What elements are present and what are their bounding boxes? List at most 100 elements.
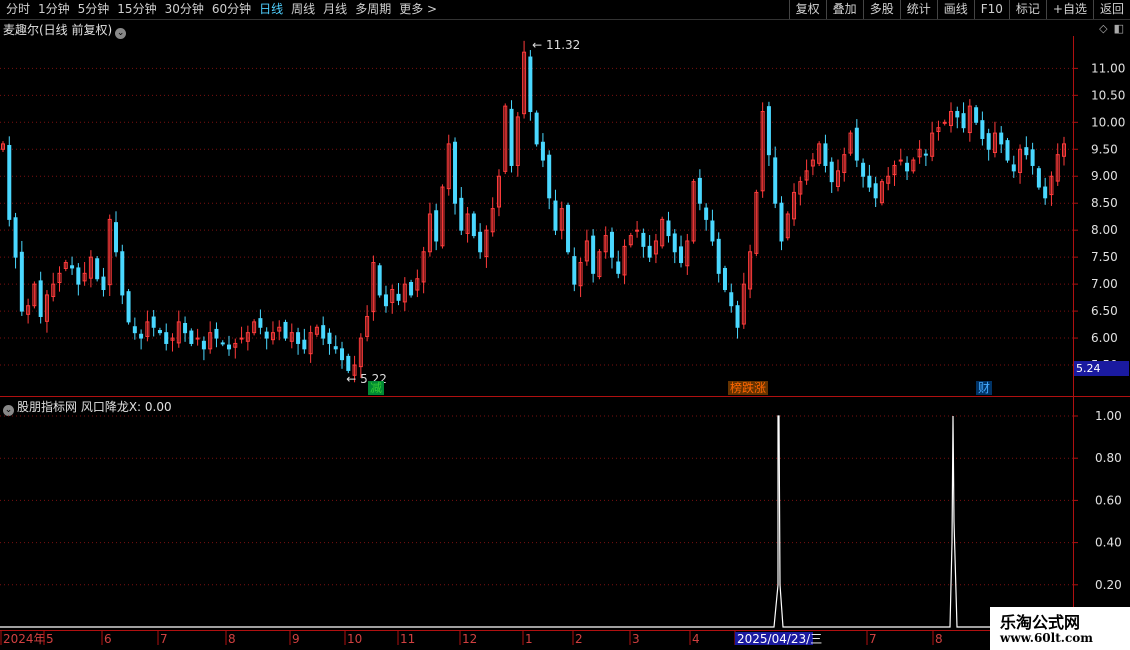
candle-body [867, 175, 872, 188]
candle-body [434, 210, 439, 242]
y-tick-label: 6.00 [1091, 331, 1118, 345]
date-label: 2025/04/23/三 [737, 632, 822, 646]
signal-line [0, 415, 1073, 628]
candle-body [264, 331, 269, 339]
candle-body [861, 162, 866, 177]
candle-body [666, 220, 671, 237]
candle-body [980, 120, 985, 139]
date-label: 5 [46, 632, 54, 646]
candle-body [679, 246, 684, 264]
candle-body [377, 265, 382, 296]
watermark-logo: 乐淘公式网 www.60lt.com [990, 607, 1130, 650]
candle-body [722, 267, 727, 291]
candle-body [635, 229, 640, 232]
candle-body [823, 143, 828, 166]
date-label: 9 [292, 632, 300, 646]
candle-body [189, 330, 194, 344]
candle-body [873, 183, 878, 199]
date-label: 2024年 [3, 632, 46, 646]
high-label: ← 11.32 [532, 38, 580, 52]
y-tick-label: 7.50 [1091, 250, 1118, 264]
candle-body [120, 251, 125, 296]
candle-body [547, 154, 552, 199]
candle-body [829, 161, 834, 183]
candle-body [704, 207, 709, 220]
candle-body [641, 232, 646, 247]
candle-body [239, 337, 244, 340]
candle-body [986, 133, 991, 150]
candle-body [1036, 168, 1041, 188]
y-tick-label: 10.50 [1091, 88, 1125, 102]
candle-body [114, 222, 119, 253]
candle-body [76, 267, 81, 285]
candle-body [126, 291, 131, 323]
candle-body [534, 112, 539, 145]
candle-body [183, 322, 188, 334]
candle-body [19, 251, 24, 312]
y-tick-label: 8.50 [1091, 196, 1118, 210]
date-label: 8 [935, 632, 943, 646]
date-label: 6 [104, 632, 112, 646]
candle-body [854, 127, 859, 161]
candle-body [471, 213, 476, 237]
candle-body [95, 258, 100, 280]
candle-body [955, 111, 960, 118]
candle-body [396, 293, 401, 301]
candle-body [1024, 147, 1029, 156]
y-tick-label: 8.00 [1091, 223, 1118, 237]
y-tick-label: 10.00 [1091, 115, 1125, 129]
y-tick-label: 9.00 [1091, 169, 1118, 183]
candle-body [296, 332, 301, 344]
date-label: 12 [462, 632, 477, 646]
candle-body [321, 325, 326, 339]
candle-body [540, 141, 545, 161]
candle-body [1011, 164, 1016, 172]
candle-body [214, 328, 219, 339]
date-label: 8 [228, 632, 236, 646]
y-tick-label: 0.80 [1095, 451, 1122, 465]
date-label: 10 [347, 632, 362, 646]
candle-body [283, 321, 288, 339]
chart-canvas[interactable]: 11.0010.5010.009.509.008.508.007.507.006… [0, 0, 1130, 650]
event-marker: 榜跌涨 [730, 380, 766, 395]
date-label: 2 [575, 632, 583, 646]
candle-body [609, 231, 614, 258]
candle-body [151, 316, 156, 328]
y-tick-label: 0.20 [1095, 578, 1122, 592]
date-label: 3 [632, 632, 640, 646]
candle-body [773, 157, 778, 204]
y-tick-label: 6.50 [1091, 304, 1118, 318]
candle-body [459, 197, 464, 231]
candle-body [923, 153, 928, 156]
candle-body [132, 326, 137, 334]
y-tick-label: 0.60 [1095, 493, 1122, 507]
candle-body [220, 342, 225, 345]
candle-body [572, 256, 577, 285]
watermark-title: 乐淘公式网 [1000, 613, 1081, 632]
candle-body [566, 204, 571, 253]
candle-body [302, 339, 307, 350]
date-label: 7 [160, 632, 168, 646]
candle-body [961, 113, 966, 129]
candle-body [697, 177, 702, 204]
y-tick-label: 7.00 [1091, 277, 1118, 291]
y-tick-label: 1.00 [1095, 409, 1122, 423]
candle-body [735, 305, 740, 328]
candle-body [779, 202, 784, 242]
candle-body [38, 280, 43, 317]
candle-body [409, 282, 414, 296]
candle-body [157, 330, 162, 334]
candle-body [258, 318, 263, 328]
candle-body [101, 276, 106, 291]
candle-body [164, 332, 169, 344]
candle-body [478, 231, 483, 253]
candle-body [672, 233, 677, 253]
candle-body [616, 261, 621, 274]
candle-body [729, 292, 734, 307]
candle-body [201, 340, 206, 350]
candle-body [647, 245, 652, 258]
candle-body [766, 106, 771, 156]
candle-body [905, 162, 910, 172]
candle-body [716, 238, 721, 274]
candle-body [1043, 186, 1048, 199]
